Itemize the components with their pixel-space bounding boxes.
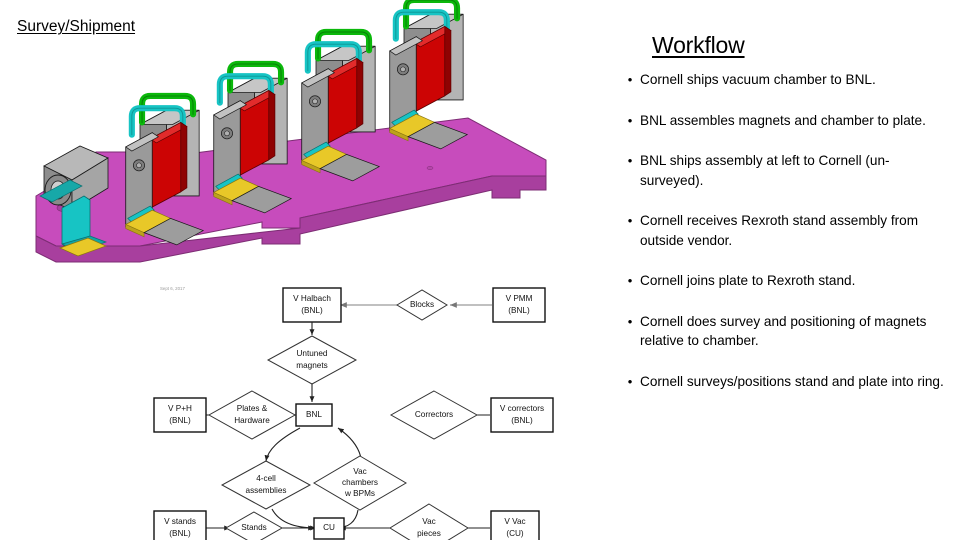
svg-text:V Halbach: V Halbach	[293, 294, 331, 303]
flow-node-v-correctors: V correctors (BNL)	[490, 397, 554, 433]
svg-text:V correctors: V correctors	[500, 404, 544, 413]
flowchart-datestamp: Sept 6, 2017	[160, 286, 185, 291]
list-item-label: BNL assembles magnets and chamber to pla…	[640, 112, 926, 128]
svg-text:Correctors: Correctors	[415, 410, 453, 419]
list-item-label: Cornell joins plate to Rexroth stand.	[640, 273, 856, 288]
flow-node-v-vac: V Vac (CU)	[490, 510, 540, 540]
flow-node-v-halbach: V Halbach (BNL)	[282, 287, 342, 323]
svg-text:(BNL): (BNL)	[508, 306, 530, 315]
workflow-flowchart-diagram: Sept 6, 2017 V Halbach (BNL) Blocks V PM…	[150, 278, 570, 540]
svg-text:Untuned: Untuned	[297, 349, 328, 358]
list-item: • Cornell joins plate to Rexroth stand.	[620, 271, 950, 291]
svg-text:(BNL): (BNL)	[169, 529, 191, 538]
svg-text:(BNL): (BNL)	[169, 416, 191, 425]
list-item: • Cornell surveys/positions stand and pl…	[620, 372, 950, 392]
list-item-label: Cornell does survey and positioning of m…	[640, 313, 927, 349]
flow-node-plates-hardware: Plates & Hardware	[207, 390, 297, 440]
svg-text:assemblies: assemblies	[246, 486, 287, 495]
bullet-marker-icon: •	[627, 273, 633, 288]
flow-node-stands: Stands	[224, 511, 284, 540]
svg-text:CU: CU	[323, 523, 335, 532]
flow-node-untuned-magnets: Untuned magnets	[266, 335, 358, 385]
svg-text:(BNL): (BNL)	[511, 416, 533, 425]
svg-text:(CU): (CU)	[506, 529, 524, 538]
list-item-label: Cornell receives Rexroth stand assembly …	[640, 213, 919, 248]
svg-text:BNL: BNL	[306, 410, 322, 419]
svg-text:Vac: Vac	[422, 517, 436, 526]
list-item: • Cornell does survey and positioning of…	[620, 312, 950, 351]
bullet-marker-icon: •	[627, 213, 633, 228]
slide-canvas: Survey/Shipment Sept 6, 2017 V Halbach (…	[0, 0, 960, 540]
svg-text:V P+H: V P+H	[168, 404, 192, 413]
flow-node-blocks: Blocks	[396, 289, 448, 321]
svg-text:(BNL): (BNL)	[301, 306, 323, 315]
svg-text:pieces: pieces	[417, 529, 441, 538]
bullet-marker-icon: •	[627, 112, 633, 128]
flow-node-vac-pieces: Vac pieces	[389, 503, 469, 540]
flow-node-cu: CU	[313, 517, 345, 540]
flow-node-bnl: BNL	[295, 403, 333, 427]
bullet-marker-icon: •	[627, 313, 633, 329]
workflow-panel: Workflow • Cornell ships vacuum chamber …	[620, 32, 950, 502]
svg-text:magnets: magnets	[296, 361, 327, 370]
svg-text:Blocks: Blocks	[410, 300, 434, 309]
flow-node-4-cell-assemblies: 4-cell assemblies	[220, 460, 312, 510]
bullet-marker-icon: •	[627, 373, 633, 389]
workflow-heading: Workflow	[652, 32, 745, 58]
flow-node-vac-chambers: Vac chambers w BPMs	[313, 455, 407, 511]
svg-text:Plates &: Plates &	[237, 404, 268, 413]
svg-text:chambers: chambers	[342, 478, 378, 487]
svg-text:w BPMs: w BPMs	[344, 489, 375, 498]
svg-text:Vac: Vac	[353, 467, 367, 476]
list-item-label: BNL ships assembly at left to Cornell (u…	[640, 153, 890, 188]
list-item: • Cornell ships vacuum chamber to BNL.	[620, 70, 950, 90]
svg-text:V Vac: V Vac	[504, 517, 525, 526]
flow-node-correctors: Correctors	[389, 390, 479, 440]
list-item: • Cornell receives Rexroth stand assembl…	[620, 211, 950, 250]
svg-text:Hardware: Hardware	[234, 416, 270, 425]
svg-text:V PMM: V PMM	[506, 294, 533, 303]
bullet-marker-icon: •	[627, 153, 633, 168]
bullet-marker-icon: •	[627, 72, 633, 87]
cad-render-image	[0, 0, 580, 280]
flow-node-v-p-h: V P+H (BNL)	[153, 397, 207, 433]
list-item-label: Cornell surveys/positions stand and plat…	[640, 373, 944, 389]
flow-node-v-pmm: V PMM (BNL)	[492, 287, 546, 323]
list-item: • BNL ships assembly at left to Cornell …	[620, 151, 950, 190]
svg-text:4-cell: 4-cell	[256, 474, 276, 483]
list-item: • BNL assembles magnets and chamber to p…	[620, 111, 950, 131]
svg-text:V stands: V stands	[164, 517, 196, 526]
flow-node-v-stands: V stands (BNL)	[153, 510, 207, 540]
list-item-label: Cornell ships vacuum chamber to BNL.	[640, 72, 876, 87]
svg-text:Stands: Stands	[241, 523, 267, 532]
